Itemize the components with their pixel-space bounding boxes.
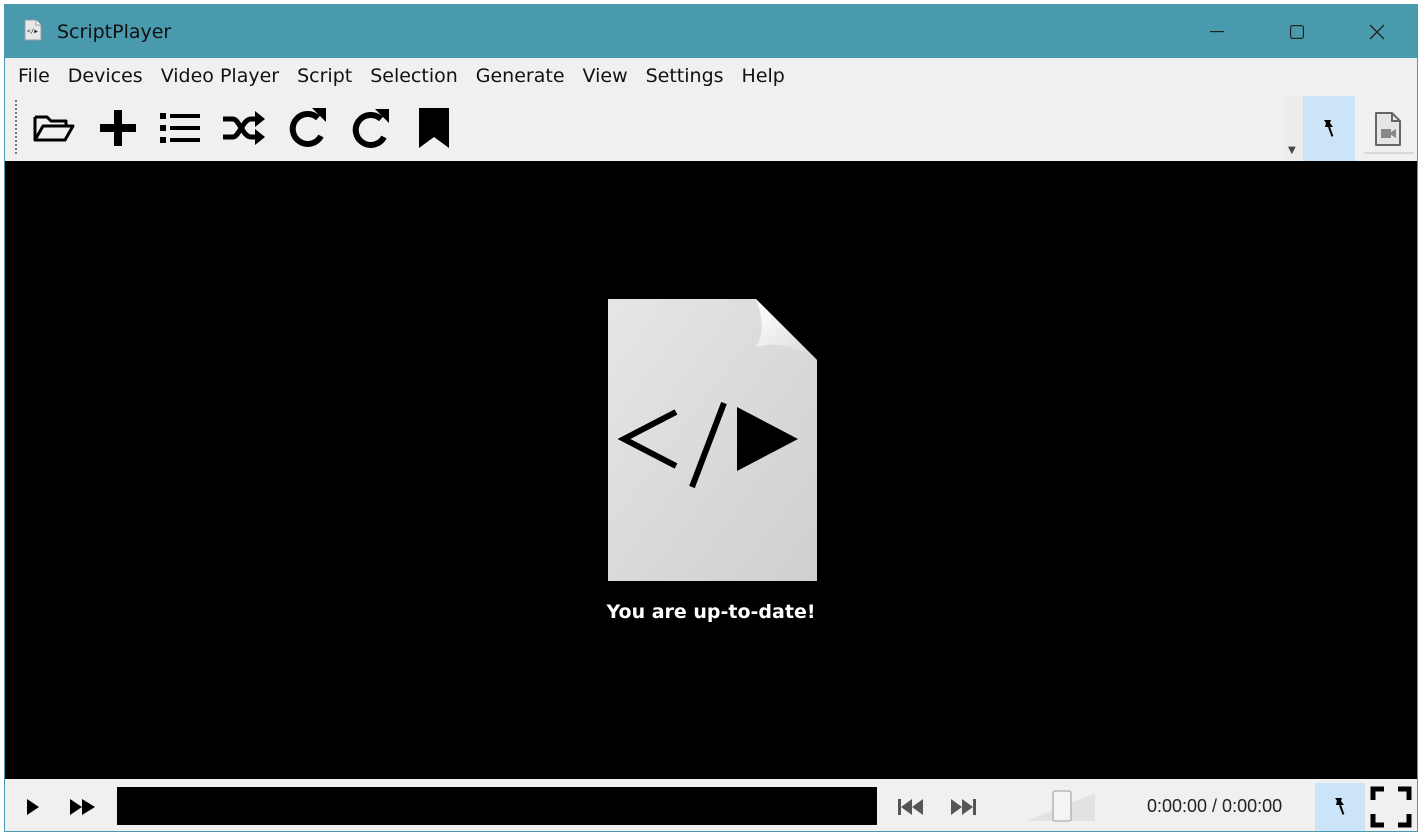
skip-next-icon: [951, 799, 976, 815]
video-file-button[interactable]: [1360, 96, 1416, 162]
minimize-icon: [1210, 30, 1224, 32]
menu-video-player[interactable]: Video Player: [152, 58, 288, 94]
video-display[interactable]: You are up-to-date!: [5, 161, 1417, 779]
volume-thumb: [1052, 790, 1072, 822]
menu-selection[interactable]: Selection: [361, 58, 467, 94]
fast-forward-icon: [70, 799, 95, 815]
fullscreen-button[interactable]: [1367, 783, 1415, 831]
script-file-icon: [608, 299, 817, 581]
volume-slider[interactable]: [1025, 789, 1097, 823]
svg-text:</▶: </▶: [27, 28, 38, 35]
skip-previous-icon: [898, 799, 923, 815]
repeat-button[interactable]: [283, 104, 333, 152]
chevron-down-icon: ▼: [1288, 145, 1296, 156]
menu-view[interactable]: View: [574, 58, 637, 94]
rotate-right-icon: [289, 108, 326, 147]
pin-icon: [1324, 120, 1334, 137]
minimize-button[interactable]: [1177, 5, 1257, 58]
play-button[interactable]: [15, 785, 51, 829]
previous-button[interactable]: [891, 785, 931, 829]
menu-help[interactable]: Help: [733, 58, 794, 94]
app-logo-icon: </▶: [23, 19, 43, 41]
close-button[interactable]: [1337, 5, 1417, 58]
fast-forward-button[interactable]: [63, 785, 103, 829]
redo-icon: [352, 109, 389, 148]
pin-toolbar-button[interactable]: [1303, 96, 1355, 162]
toolbar: ▼: [5, 94, 1417, 162]
menu-file[interactable]: File: [9, 58, 59, 94]
fullscreen-icon: [1370, 786, 1412, 828]
folder-open-icon: [33, 115, 75, 142]
shuffle-icon: [223, 111, 265, 145]
menu-bar: File Devices Video Player Script Selecti…: [5, 58, 1417, 94]
window-title: ScriptPlayer: [57, 21, 172, 43]
toolbar-overflow-button[interactable]: ▼: [1283, 96, 1303, 160]
toolbar-grip[interactable]: [15, 100, 17, 154]
playlist-button[interactable]: [155, 104, 205, 152]
add-button[interactable]: [93, 104, 143, 152]
playback-controls: 0:00:00 / 0:00:00: [5, 779, 1417, 831]
close-icon: [1369, 24, 1385, 39]
repeat-single-button[interactable]: [347, 104, 397, 152]
menu-generate[interactable]: Generate: [467, 58, 574, 94]
menu-settings[interactable]: Settings: [637, 58, 733, 94]
video-file-icon: [1375, 112, 1401, 146]
shuffle-button[interactable]: [219, 104, 269, 152]
app-window: </▶ ScriptPlayer File Devices Video Play…: [4, 4, 1418, 832]
title-bar: </▶ ScriptPlayer: [5, 5, 1417, 58]
menu-devices[interactable]: Devices: [59, 58, 152, 94]
list-icon: [160, 113, 200, 143]
seek-bar[interactable]: [117, 787, 877, 825]
plus-icon: [100, 110, 136, 146]
menu-script[interactable]: Script: [288, 58, 361, 94]
bookmark-button[interactable]: [409, 104, 459, 152]
pin-controls-button[interactable]: [1315, 783, 1365, 831]
time-display: 0:00:00 / 0:00:00: [1147, 796, 1283, 816]
next-button[interactable]: [943, 785, 983, 829]
status-message: You are up-to-date!: [606, 601, 816, 623]
open-file-button[interactable]: [29, 104, 79, 152]
maximize-button[interactable]: [1257, 5, 1337, 58]
bookmark-icon: [419, 108, 449, 148]
maximize-icon: [1290, 24, 1304, 39]
pin-icon: [1335, 798, 1345, 815]
play-icon: [27, 799, 39, 815]
